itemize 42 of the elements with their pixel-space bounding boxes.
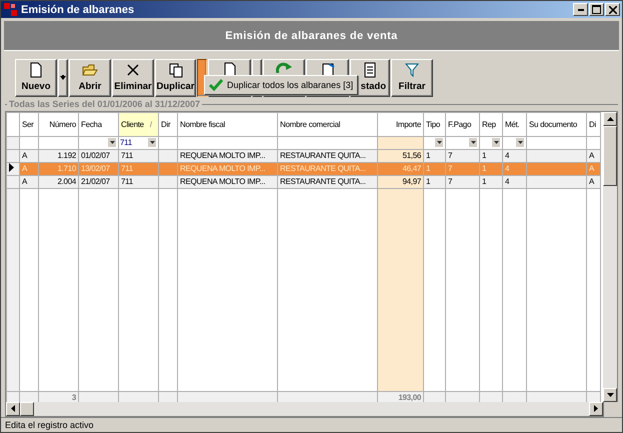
table-cell: 1 [426, 164, 430, 174]
table-cell: A [22, 164, 28, 174]
table-cell: 711 [121, 177, 133, 186]
table-cell: A [589, 164, 594, 174]
table-cell: REQUENA MOLTO IMP... [180, 164, 266, 174]
table-cell: 1 [482, 151, 486, 160]
table-cell: RESTAURANTE QUITA... [280, 164, 366, 174]
table-cell: RESTAURANTE QUITA... [280, 177, 366, 186]
table-cell: 7 [448, 164, 452, 174]
header-title: Emisión de albaranes de venta [225, 30, 398, 42]
table-cell: 1 [426, 151, 430, 160]
table-cell: REQUENA MOLTO IMP... [180, 177, 266, 186]
table-cell: RESTAURANTE QUITA... [280, 151, 366, 160]
total-amount: 193,00 [398, 393, 421, 402]
table-cell: 13/02/07 [81, 164, 110, 174]
table-cell: A [22, 151, 28, 160]
window-title: Emisión de albaranes [21, 4, 136, 16]
status-text: Edita el registro activo [5, 420, 94, 430]
table-cell: 7 [448, 151, 452, 160]
table-cell: 1 [482, 177, 486, 186]
table-cell: 21/02/07 [81, 177, 110, 186]
table-cell: 4 [505, 151, 510, 160]
table-cell: 51,56 [402, 151, 421, 160]
table-cell: 94,97 [402, 177, 421, 186]
table-cell: 4 [505, 164, 510, 174]
table-cell: 1.192 [57, 151, 76, 160]
table-cell: 1 [426, 177, 430, 186]
table-cell: A [589, 151, 594, 160]
table-cell: 2.004 [57, 177, 76, 186]
table-cell: A [589, 177, 594, 186]
table-cell: 1.710 [57, 164, 76, 174]
table-cell: 711 [121, 164, 133, 174]
table-cell: 46,47 [402, 164, 421, 174]
table-cell: A [22, 177, 28, 186]
table-cell: 4 [505, 177, 510, 186]
group-label: Todas las Series del 01/01/2006 al 31/12/2007 [7, 98, 202, 109]
table-cell: 711 [121, 151, 133, 160]
table-cell: 1 [482, 164, 486, 174]
table-cell: REQUENA MOLTO IMP... [180, 151, 266, 160]
table-cell: 7 [448, 177, 452, 186]
table-cell: 01/02/07 [81, 151, 110, 160]
row-count: 3 [72, 393, 76, 402]
